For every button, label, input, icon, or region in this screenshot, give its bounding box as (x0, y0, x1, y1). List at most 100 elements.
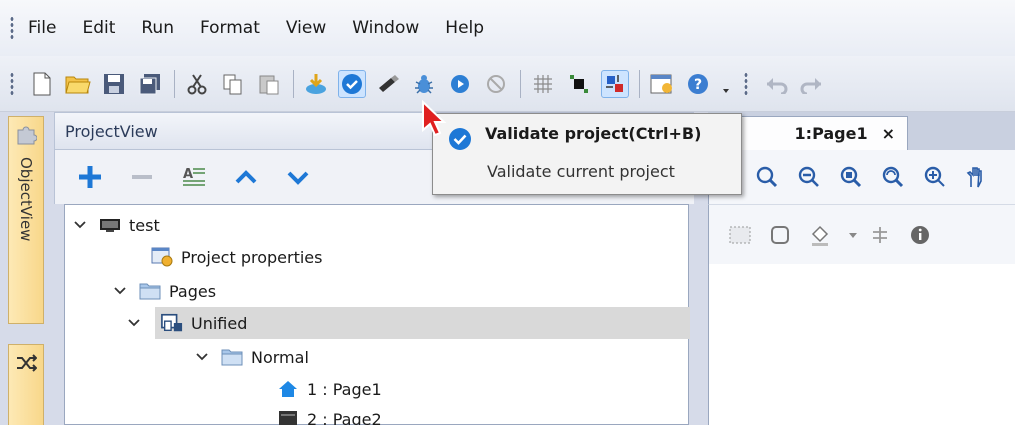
toolbar-separator (293, 69, 294, 98)
add-icon[interactable] (73, 160, 107, 194)
grid-icon[interactable] (529, 70, 557, 98)
tree-item-test[interactable]: test (71, 209, 160, 241)
side-strip: ObjectView (0, 112, 50, 425)
tree-item-unified[interactable]: Unified (128, 307, 690, 339)
tab-objectview-label: ObjectView (17, 157, 35, 242)
tooltip-description: Validate current project (487, 162, 675, 181)
zoom-in-icon[interactable] (753, 163, 781, 191)
toolbar-separator (520, 69, 521, 98)
distribute-icon[interactable] (867, 222, 893, 248)
validate-tooltip: Validate project(Ctrl+B) Validate curren… (432, 113, 742, 195)
zoom-reset-icon[interactable] (879, 163, 907, 191)
validate-icon[interactable] (338, 69, 366, 98)
menu-view[interactable]: View (286, 18, 326, 38)
play-icon[interactable] (446, 70, 474, 98)
remove-icon[interactable] (125, 160, 159, 194)
close-icon[interactable]: × (882, 124, 895, 143)
copy-icon[interactable] (219, 70, 247, 98)
tree-item-page2[interactable]: 2 : Page2 (277, 403, 382, 425)
tree-item-label: Unified (191, 313, 248, 333)
unified-icon (161, 313, 183, 333)
cut-icon[interactable] (183, 70, 211, 98)
page-canvas[interactable] (708, 264, 1015, 425)
new-file-icon[interactable] (28, 70, 56, 98)
redo-icon[interactable] (798, 70, 826, 98)
tree-item-label: 2 : Page2 (307, 409, 382, 425)
projectview-title: ProjectView (65, 121, 158, 141)
paste-icon[interactable] (255, 70, 283, 98)
page-icon (277, 409, 299, 425)
fill-bucket-icon[interactable] (807, 222, 833, 248)
dropdown-arrow-icon[interactable] (847, 222, 859, 248)
home-page-icon (277, 379, 299, 399)
monitor-icon (99, 215, 121, 235)
toolbar-overflow-icon[interactable] (720, 70, 732, 98)
chevron-down-icon[interactable] (125, 314, 143, 332)
tree-item-normal[interactable]: Normal (193, 341, 309, 373)
tab-objectview[interactable]: ObjectView (8, 116, 44, 324)
menu-window[interactable]: Window (352, 18, 419, 38)
mouse-cursor-icon (420, 99, 448, 144)
zoom-fit-icon[interactable] (837, 163, 865, 191)
rename-icon[interactable]: A (177, 160, 211, 194)
properties-icon[interactable] (648, 70, 676, 98)
project-properties-icon (151, 247, 173, 267)
move-down-icon[interactable] (281, 160, 315, 194)
folder-icon (139, 281, 161, 301)
layout-icon[interactable] (601, 69, 629, 98)
stop-icon[interactable] (482, 70, 510, 98)
zoom-out-icon[interactable] (795, 163, 823, 191)
help-icon[interactable]: ? (684, 70, 712, 98)
chevron-down-icon[interactable] (71, 216, 89, 234)
undo-icon[interactable] (762, 70, 790, 98)
info-icon[interactable] (907, 222, 933, 248)
menu-format[interactable]: Format (200, 18, 260, 38)
puzzle-icon (15, 123, 38, 149)
tree-item-label: 1 : Page1 (307, 379, 382, 399)
tab-page1-label: 1:Page1 (794, 124, 868, 143)
download-icon[interactable] (302, 70, 330, 98)
menu-bar: File Edit Run Format View Window Help (0, 0, 1015, 56)
tree-item-pages[interactable]: Pages (111, 275, 216, 307)
folder-icon (221, 347, 243, 367)
tree-item-project-properties[interactable]: Project properties (151, 241, 322, 273)
tree-item-page1[interactable]: 1 : Page1 (277, 373, 382, 405)
menu-file[interactable]: File (28, 18, 56, 38)
pan-hand-icon[interactable] (963, 163, 991, 191)
tooltip-title: Validate project(Ctrl+B) (485, 124, 702, 143)
chevron-down-icon[interactable] (111, 282, 129, 300)
debug-bug-icon[interactable] (410, 70, 438, 98)
drawing-toolbar (708, 204, 1015, 264)
rectangle-icon[interactable] (767, 222, 793, 248)
main-toolbar: ? (0, 56, 1015, 112)
tree-item-label: Project properties (181, 247, 323, 267)
tree-item-label: Normal (251, 347, 309, 367)
zoom-area-icon[interactable] (921, 163, 949, 191)
project-tree: test Project properties Pages Unified No… (64, 204, 690, 425)
validate-icon (447, 126, 473, 156)
svg-text:A: A (183, 167, 193, 182)
editor-tab-bar: 1:Page1 × (708, 112, 1015, 150)
svg-text:?: ? (694, 77, 702, 93)
zoom-toolbar (708, 150, 1015, 204)
align-icon[interactable] (565, 70, 593, 98)
menu-edit[interactable]: Edit (82, 18, 115, 38)
usb-icon[interactable] (374, 70, 402, 98)
toolbar-separator (639, 69, 640, 98)
toolbar-grip-2[interactable] (744, 71, 748, 96)
save-all-icon[interactable] (136, 70, 164, 98)
menu-run[interactable]: Run (141, 18, 174, 38)
open-folder-icon[interactable] (64, 70, 92, 98)
menu-help[interactable]: Help (445, 18, 484, 38)
save-icon[interactable] (100, 70, 128, 98)
select-area-icon[interactable] (727, 222, 753, 248)
shuffle-icon (15, 353, 38, 377)
tree-item-label: test (129, 215, 160, 235)
toolbar-separator (174, 69, 175, 98)
tab-second[interactable] (8, 344, 44, 425)
menubar-grip[interactable] (10, 16, 14, 40)
toolbar-grip[interactable] (10, 71, 14, 96)
tree-item-label: Pages (169, 281, 217, 301)
move-up-icon[interactable] (229, 160, 263, 194)
chevron-down-icon[interactable] (193, 348, 211, 366)
